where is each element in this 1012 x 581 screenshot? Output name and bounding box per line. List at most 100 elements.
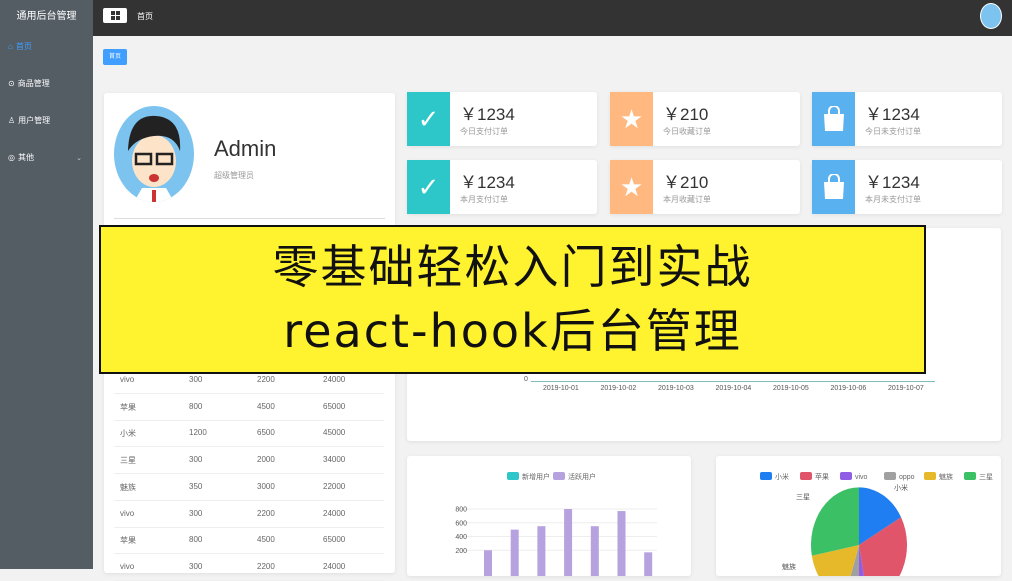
sidebar-item-goods[interactable]: ⊙ 商品管理 [8,78,88,89]
x-axis [531,381,935,382]
menu-toggle-button[interactable] [103,8,127,23]
x-tick-label: 2019-10-05 [773,385,809,392]
table-cell: 800 [189,401,203,411]
profile-name: Admin [214,136,277,161]
y-tick-label: 800 [455,507,467,514]
table-row: 苹果 800 4500 65000 [114,394,384,421]
table-cell: vivo [120,561,135,571]
table-row: 苹果 800 4500 65000 [114,527,384,555]
pie-label: 三星 [796,493,810,501]
app-title: 通用后台管理 [16,11,77,22]
table-cell: 800 [189,535,203,545]
table-row: vivo 300 2200 24000 [114,554,384,581]
table-cell: 2200 [257,508,275,518]
table-cell: 45000 [323,428,346,438]
table-cell: 34000 [323,455,346,465]
breadcrumb[interactable]: 首页 [137,11,153,22]
location-icon: ◎ [8,153,15,162]
legend-swatch [760,472,772,480]
table-cell: 22000 [323,481,346,491]
sidebar-item-label: 商品管理 [17,79,50,88]
legend-swatch [840,472,852,480]
user-icon: ♙ [8,116,16,125]
table-cell: 2000 [257,455,275,465]
x-tick-label: 2019-10-03 [658,385,694,392]
shopping-bag-icon [812,92,855,146]
bar [644,552,653,581]
stat-card: ★ ￥210 今日收藏订单 [610,92,800,146]
table-row: 三星 300 2000 34000 [114,447,384,475]
table-cell: 300 [189,561,203,571]
legend-label: 活跃用户 [568,472,596,481]
table-cell: 4500 [257,535,275,545]
x-tick-label: 2019-10-07 [888,385,924,392]
legend-label: 苹果 [815,472,829,481]
x-tick-label: 2019-10-01 [543,385,579,392]
table-cell: 魅族 [120,482,136,492]
stat-card: ✓ ￥1234 今日支付订单 [407,92,597,146]
table-cell: 6500 [257,428,275,438]
sidebar-item-home[interactable]: ⌂ 首页 [8,41,88,52]
table-row: 魅族 350 3000 22000 [114,474,384,501]
x-tick-label: 2019-10-06 [830,385,867,392]
pie-slice [811,487,859,556]
pie-chart-card: 小米 苹果 vivo oppo 魅族 三星 小米 三星 魅族 [716,456,1001,581]
sidebar-item-label: 用户管理 [18,116,51,125]
stat-card: ✓ ￥1234 本月支付订单 [407,160,597,214]
banner-line-2: react-hook后台管理 [283,304,742,358]
stat-label: 本月未支付订单 [865,195,921,204]
promo-banner: 零基础轻松入门到实战 react-hook后台管理 [99,225,926,374]
avatar [114,106,194,202]
table-cell: 3000 [257,481,275,491]
user-avatar[interactable] [980,3,1002,29]
divider [114,218,385,219]
pie-label: 小米 [894,483,908,492]
table-cell: 24000 [323,561,346,571]
bar [510,529,519,581]
bar [617,511,626,581]
table-row: vivo 300 2200 24000 [114,501,384,528]
stat-card: ￥1234 本月未支付订单 [812,160,1002,214]
bar [564,509,573,581]
table-cell: 300 [189,455,203,465]
x-tick-label: 2019-10-04 [715,385,752,392]
legend-label: 新增用户 [522,472,550,481]
table-cell: 苹果 [120,402,136,412]
y-tick-label: 200 [455,548,467,555]
check-circle-icon: ✓ [407,92,450,146]
stat-card: ★ ￥210 本月收藏订单 [610,160,800,214]
play-circle-icon: ⊙ [8,79,15,88]
table-cell: 2200 [257,375,275,384]
stat-label: 今日未支付订单 [865,127,921,136]
bar [484,550,492,581]
table-cell: 350 [189,481,203,491]
home-icon: ⌂ [8,42,13,51]
pie-chart: 小米 苹果 vivo oppo 魅族 三星小米三星魅族 [760,472,993,581]
stat-value: ￥1234 [865,105,920,124]
table-cell: 1200 [189,428,207,438]
banner-line-1: 零基础轻松入门到实战 [272,240,753,294]
legend-label: 小米 [775,472,789,481]
shopping-bag-icon [812,160,855,214]
table-cell: 24000 [323,375,346,384]
sidebar-item-other[interactable]: ◎ 其他 ⌄ [8,152,88,163]
sidebar: 通用后台管理 ⌂ 首页 ⊙ 商品管理 ♙ 用户管理 ◎ 其他 ⌄ [0,0,93,569]
legend-swatch [884,472,896,480]
bar-chart-card: 新增用户 活跃用户 800 600 400 200 [407,456,691,581]
y-tick-label: 400 [455,534,467,541]
legend-label: 魅族 [939,472,953,481]
table-cell: 小米 [120,429,136,439]
table-cell: 65000 [323,401,346,411]
table-cell: 24000 [323,508,346,518]
sidebar-item-label: 首页 [15,42,32,51]
tab-tag-home[interactable]: 首页 [103,49,127,65]
table-cell: 三星 [120,456,136,466]
chevron-down-icon: ⌄ [76,154,82,162]
star-icon: ★ [610,160,653,214]
stat-card: ￥1234 今日未支付订单 [812,92,1002,146]
legend-swatch [800,472,812,480]
sidebar-item-users[interactable]: ♙ 用户管理 [8,115,88,126]
star-icon: ★ [610,92,653,146]
legend-swatch [924,472,936,480]
table-cell: 65000 [323,535,346,545]
